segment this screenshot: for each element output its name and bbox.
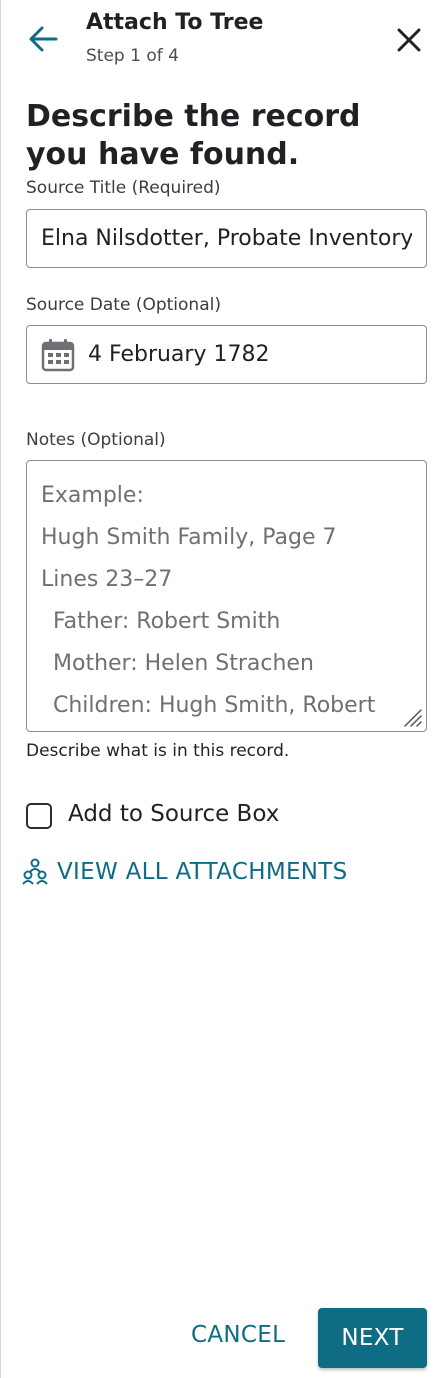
notes-placeholder-line: Example: [41,483,144,508]
calendar-icon[interactable] [41,338,75,372]
step-indicator: Step 1 of 4 [86,46,179,66]
add-to-source-box-label[interactable]: Add to Source Box [68,801,279,827]
resize-handle-icon[interactable] [402,707,422,727]
source-date-field[interactable]: 4 February 1782 [26,325,427,384]
source-title-input[interactable] [26,209,427,268]
cancel-button[interactable]: CANCEL [191,1322,285,1348]
add-to-source-box-checkbox[interactable] [26,803,52,829]
source-date-label: Source Date (Optional) [26,295,221,315]
people-icon [22,858,48,885]
notes-placeholder-line: Children: Hugh Smith, Robert [53,693,376,718]
notes-placeholder-line: Mother: Helen Strachen [53,651,314,676]
next-button[interactable]: NEXT [318,1308,427,1368]
notes-placeholder-line: Lines 23–27 [41,567,173,592]
page-title: Attach To Tree [86,10,264,35]
close-icon[interactable] [396,27,422,53]
source-date-value: 4 February 1782 [88,342,270,367]
view-all-attachments-link[interactable]: VIEW ALL ATTACHMENTS [22,858,348,886]
arrow-left-icon[interactable] [28,25,58,53]
notes-textarea[interactable]: Example: Hugh Smith Family, Page 7 Lines… [26,460,427,732]
notes-placeholder-line: Father: Robert Smith [53,609,281,634]
form-heading: Describe the record you have found. [26,99,361,172]
view-all-attachments-label: VIEW ALL ATTACHMENTS [57,859,348,885]
source-title-label: Source Title (Required) [26,178,221,198]
notes-helper-text: Describe what is in this record. [26,741,290,761]
notes-label: Notes (Optional) [26,430,166,450]
notes-placeholder-line: Hugh Smith Family, Page 7 [41,525,337,550]
